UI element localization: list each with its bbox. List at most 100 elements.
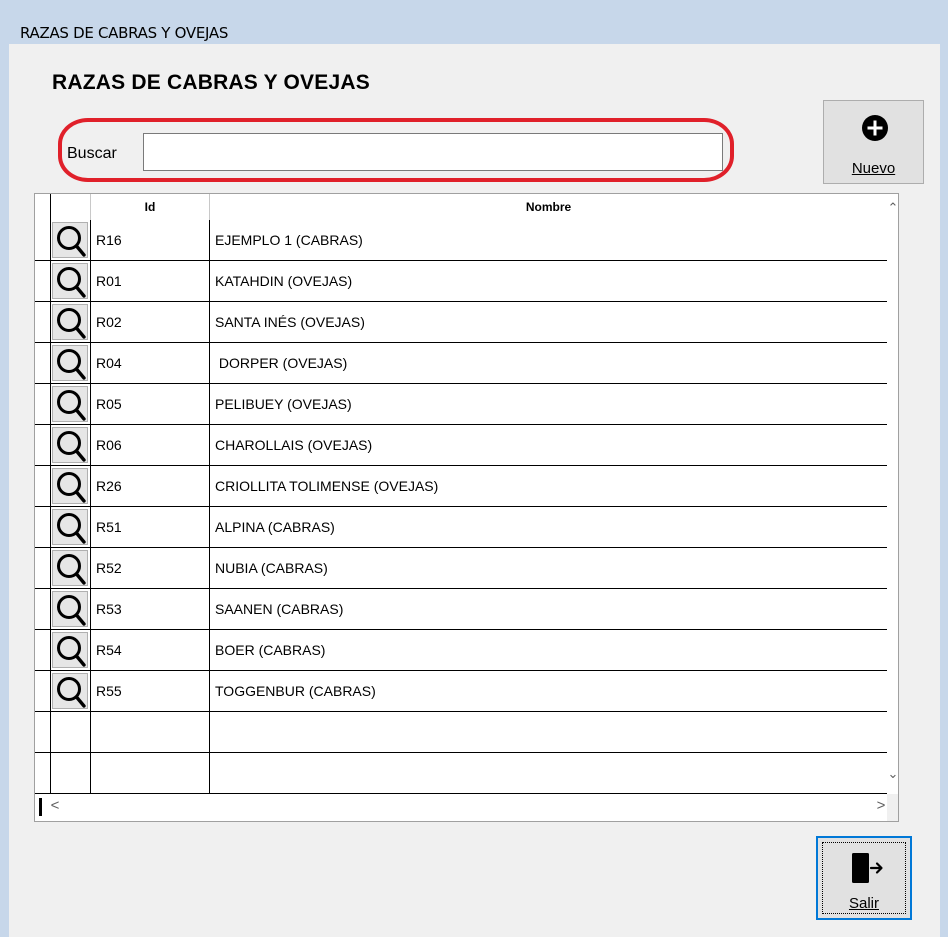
column-header-nombre[interactable]: Nombre — [210, 194, 888, 220]
row-selector[interactable] — [35, 589, 51, 630]
row-selector[interactable] — [35, 384, 51, 425]
cell-id[interactable]: R16 — [91, 220, 210, 261]
cell-nombre[interactable]: KATAHDIN (OVEJAS) — [210, 261, 888, 302]
row-selector[interactable] — [35, 261, 51, 302]
vertical-scrollbar[interactable]: ⌃ ⌄ — [887, 194, 898, 794]
cell-id[interactable]: R53 — [91, 589, 210, 630]
scroll-left-arrow[interactable]: < — [47, 797, 63, 817]
view-record-button[interactable] — [52, 550, 88, 586]
table-row[interactable]: R01 KATAHDIN (OVEJAS) — [35, 261, 888, 302]
row-selector[interactable] — [35, 302, 51, 343]
window-frame-left — [0, 0, 9, 937]
plus-circle-icon — [862, 115, 888, 141]
horizontal-scrollbar[interactable]: < > — [35, 794, 898, 821]
table-row-empty[interactable] — [35, 753, 888, 794]
table-row[interactable]: R26 CRIOLLITA TOLIMENSE (OVEJAS) — [35, 466, 888, 507]
cell-id[interactable]: R04 — [91, 343, 210, 384]
view-button-cell — [51, 261, 91, 302]
app-window: RAZAS DE CABRAS Y OVEJAS RAZAS DE CABRAS… — [0, 0, 948, 937]
view-record-button[interactable] — [52, 427, 88, 463]
view-record-button[interactable] — [52, 263, 88, 299]
cell-nombre[interactable]: TOGGENBUR (CABRAS) — [210, 671, 888, 712]
cell-nombre[interactable]: CRIOLLITA TOLIMENSE (OVEJAS) — [210, 466, 888, 507]
view-button-cell — [51, 712, 91, 753]
cell-id[interactable]: R02 — [91, 302, 210, 343]
view-record-button[interactable] — [52, 591, 88, 627]
cell-nombre[interactable] — [210, 753, 888, 794]
new-button[interactable]: Nuevo — [823, 100, 924, 184]
row-selector[interactable] — [35, 753, 51, 794]
view-button-cell — [51, 548, 91, 589]
view-record-button[interactable] — [52, 386, 88, 422]
cell-id[interactable] — [91, 753, 210, 794]
magnifier-icon — [57, 513, 86, 544]
table-row[interactable]: R54 BOER (CABRAS) — [35, 630, 888, 671]
row-selector[interactable] — [35, 712, 51, 753]
column-header-id[interactable]: Id — [91, 194, 210, 220]
view-button-cell — [51, 630, 91, 671]
row-selector[interactable] — [35, 507, 51, 548]
page-title: RAZAS DE CABRAS Y OVEJAS — [52, 71, 370, 94]
view-record-button[interactable] — [52, 304, 88, 340]
cell-nombre[interactable]: SAANEN (CABRAS) — [210, 589, 888, 630]
cell-id[interactable] — [91, 712, 210, 753]
view-record-button[interactable] — [52, 222, 88, 258]
cell-nombre[interactable]: PELIBUEY (OVEJAS) — [210, 384, 888, 425]
view-record-button[interactable] — [52, 468, 88, 504]
title-bar: RAZAS DE CABRAS Y OVEJAS — [0, 0, 948, 44]
table-row[interactable]: R05 PELIBUEY (OVEJAS) — [35, 384, 888, 425]
cell-nombre[interactable] — [210, 712, 888, 753]
table-row[interactable]: R04 DORPER (OVEJAS) — [35, 343, 888, 384]
table-row[interactable]: R02 SANTA INÉS (OVEJAS) — [35, 302, 888, 343]
magnifier-icon — [57, 267, 86, 298]
table-row[interactable]: R16 EJEMPLO 1 (CABRAS) — [35, 220, 888, 261]
exit-button[interactable]: Salir — [816, 836, 912, 920]
cell-nombre[interactable]: BOER (CABRAS) — [210, 630, 888, 671]
cell-id[interactable]: R26 — [91, 466, 210, 507]
table-row[interactable]: R52 NUBIA (CABRAS) — [35, 548, 888, 589]
view-button-cell — [51, 384, 91, 425]
view-button-cell — [51, 671, 91, 712]
row-selector[interactable] — [35, 630, 51, 671]
magnifier-icon — [57, 308, 86, 339]
magnifier-icon — [57, 677, 86, 708]
cell-nombre[interactable]: EJEMPLO 1 (CABRAS) — [210, 220, 888, 261]
view-button-cell — [51, 466, 91, 507]
cell-nombre[interactable]: SANTA INÉS (OVEJAS) — [210, 302, 888, 343]
view-button-cell — [51, 220, 91, 261]
row-selector[interactable] — [35, 548, 51, 589]
view-record-button[interactable] — [52, 673, 88, 709]
window-title: RAZAS DE CABRAS Y OVEJAS — [20, 24, 229, 42]
row-selector[interactable] — [35, 220, 51, 261]
cell-id[interactable]: R55 — [91, 671, 210, 712]
cell-nombre[interactable]: CHAROLLAIS (OVEJAS) — [210, 425, 888, 466]
cell-id[interactable]: R54 — [91, 630, 210, 671]
cell-nombre[interactable]: DORPER (OVEJAS) — [210, 343, 888, 384]
new-button-label: Nuevo — [851, 160, 896, 177]
magnifier-icon — [57, 226, 86, 257]
table-row-empty[interactable] — [35, 712, 888, 753]
window-frame-right — [940, 0, 948, 937]
magnifier-icon — [57, 349, 86, 380]
cell-id[interactable]: R52 — [91, 548, 210, 589]
table-row[interactable]: R06 CHAROLLAIS (OVEJAS) — [35, 425, 888, 466]
table-row[interactable]: R51 ALPINA (CABRAS) — [35, 507, 888, 548]
view-record-button[interactable] — [52, 509, 88, 545]
cell-id[interactable]: R51 — [91, 507, 210, 548]
table-row[interactable]: R55 TOGGENBUR (CABRAS) — [35, 671, 888, 712]
search-highlight-annotation — [58, 118, 734, 182]
scroll-down-arrow[interactable]: ⌄ — [887, 766, 898, 786]
row-selector[interactable] — [35, 671, 51, 712]
scroll-up-arrow[interactable]: ⌃ — [887, 200, 898, 220]
view-record-button[interactable] — [52, 632, 88, 668]
cell-nombre[interactable]: ALPINA (CABRAS) — [210, 507, 888, 548]
row-selector[interactable] — [35, 425, 51, 466]
cell-nombre[interactable]: NUBIA (CABRAS) — [210, 548, 888, 589]
row-selector[interactable] — [35, 466, 51, 507]
row-selector[interactable] — [35, 343, 51, 384]
view-record-button[interactable] — [52, 345, 88, 381]
cell-id[interactable]: R01 — [91, 261, 210, 302]
cell-id[interactable]: R05 — [91, 384, 210, 425]
table-row[interactable]: R53 SAANEN (CABRAS) — [35, 589, 888, 630]
cell-id[interactable]: R06 — [91, 425, 210, 466]
